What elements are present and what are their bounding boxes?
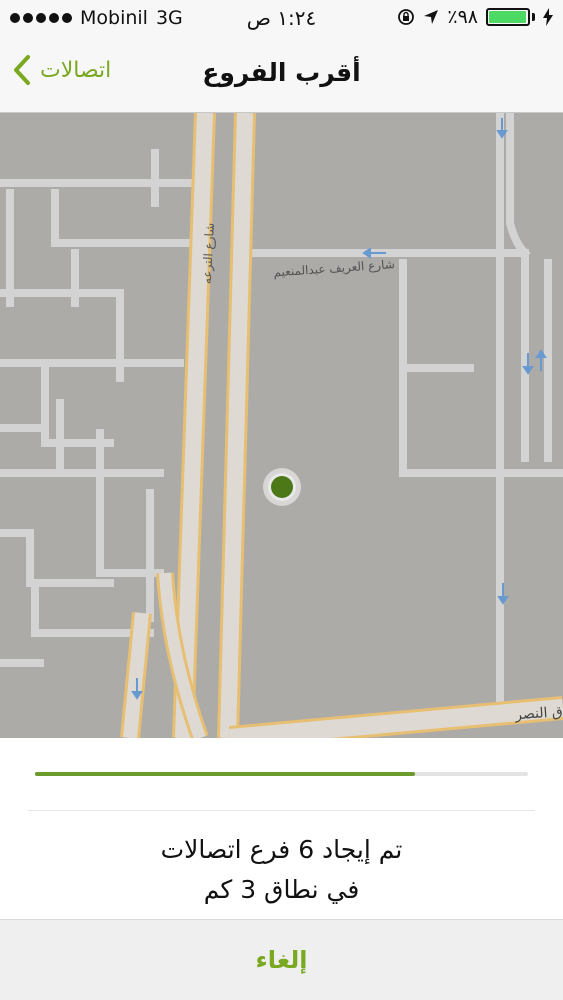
result-range-text: في نطاق 3 كم bbox=[203, 875, 360, 904]
screen: Mobinil 3G ١:٢٤ ص ٪٩٨ اتصالات أقرب الفرو… bbox=[0, 0, 563, 1000]
result-count-text: تم إيجاد 6 فرع اتصالات bbox=[160, 835, 403, 864]
current-location-icon bbox=[263, 468, 301, 506]
battery-icon bbox=[486, 8, 530, 26]
search-progress-bar bbox=[35, 772, 528, 776]
search-result-sheet: تم إيجاد 6 فرع اتصالات في نطاق 3 كم إلغا… bbox=[0, 738, 563, 1000]
battery-fill bbox=[489, 11, 527, 23]
rotation-lock-icon bbox=[398, 9, 415, 25]
status-bar: Mobinil 3G ١:٢٤ ص ٪٩٨ bbox=[0, 0, 563, 36]
divider bbox=[28, 810, 535, 811]
navigation-bar: اتصالات أقرب الفروع bbox=[0, 36, 563, 113]
street-label-alnasr: ق النصر bbox=[514, 704, 563, 723]
map-canvas[interactable]: شارع الترعه شارع العريف عبدالمنعيم ق الن… bbox=[0, 113, 563, 738]
status-right: ٪٩٨ bbox=[397, 6, 553, 28]
search-progress-fill bbox=[35, 772, 415, 776]
location-arrow-icon bbox=[424, 10, 439, 24]
battery-tip bbox=[532, 13, 535, 21]
cancel-button-label: إلغاء bbox=[255, 946, 308, 974]
cancel-button[interactable]: إلغاء bbox=[0, 919, 563, 1000]
battery-percent: ٪٩٨ bbox=[447, 6, 478, 28]
charging-bolt-icon bbox=[543, 8, 553, 26]
result-message: تم إيجاد 6 فرع اتصالات في نطاق 3 كم bbox=[0, 830, 563, 910]
page-title: أقرب الفروع bbox=[202, 58, 361, 87]
map-view[interactable]: شارع الترعه شارع العريف عبدالمنعيم ق الن… bbox=[0, 113, 563, 738]
